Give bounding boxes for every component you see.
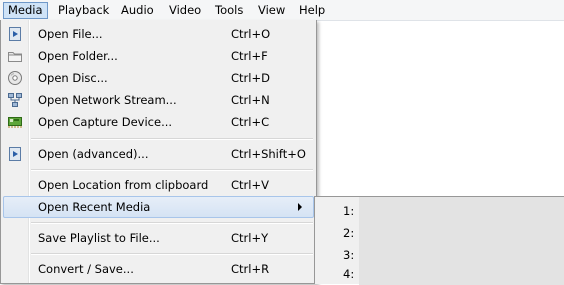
menu-item-label: Open (advanced)... [38, 147, 149, 161]
menu-playback[interactable]: Playback [54, 2, 113, 19]
menu-item-label: Open File... [38, 27, 103, 41]
menu-item-shortcut: Ctrl+O [231, 27, 271, 41]
menu-item-shortcut: Ctrl+R [231, 262, 270, 276]
menu-item-shortcut: Ctrl+N [231, 93, 270, 107]
menu-item-label: Open Location from clipboard [38, 178, 209, 192]
menu-separator [31, 169, 313, 171]
folder-icon [7, 48, 23, 64]
menu-item-label: Convert / Save... [38, 262, 134, 276]
menu-item-shortcut: Ctrl+Shift+O [231, 147, 306, 161]
menu-item-open-location-clipboard[interactable]: Open Location from clipboard Ctrl+V [3, 174, 314, 196]
menu-audio[interactable]: Audio [117, 2, 158, 19]
menu-separator [31, 222, 313, 224]
recent-media-number: 2: [343, 226, 355, 240]
menu-item-open-capture-device[interactable]: Open Capture Device... Ctrl+C [3, 111, 314, 133]
play-file-icon [7, 146, 23, 162]
capture-card-icon [7, 114, 23, 130]
menu-item-open-disc[interactable]: Open Disc... Ctrl+D [3, 67, 314, 89]
recent-media-item-4[interactable]: 4: [315, 263, 564, 285]
menu-item-label: Open Disc... [38, 71, 108, 85]
menu-media[interactable]: Media [3, 2, 48, 19]
menu-tools[interactable]: Tools [211, 2, 247, 19]
menu-item-shortcut: Ctrl+D [231, 71, 270, 85]
menu-item-label: Open Recent Media [38, 200, 151, 214]
recent-media-submenu: 1: 2: 3: 4: [314, 196, 564, 285]
submenu-arrow-icon [298, 203, 302, 211]
menu-item-shortcut: Ctrl+F [231, 49, 268, 63]
menu-item-save-playlist[interactable]: Save Playlist to File... Ctrl+Y [3, 227, 314, 249]
menu-item-shortcut: Ctrl+V [231, 178, 269, 192]
disc-icon [7, 70, 23, 86]
menu-help[interactable]: Help [295, 2, 329, 19]
menu-item-shortcut: Ctrl+Y [231, 231, 269, 245]
menu-item-open-network-stream[interactable]: Open Network Stream... Ctrl+N [3, 89, 314, 111]
menu-item-label: Open Capture Device... [38, 115, 173, 129]
menu-item-label: Open Network Stream... [38, 93, 177, 107]
recent-media-number: 1: [343, 204, 355, 218]
menu-item-open-file[interactable]: Open File... Ctrl+O [3, 23, 314, 45]
menu-video[interactable]: Video [165, 2, 205, 19]
recent-media-item-2[interactable]: 2: [315, 222, 564, 244]
recent-media-number: 4: [343, 267, 355, 281]
menu-separator [31, 138, 313, 140]
menu-item-label: Open Folder... [38, 49, 118, 63]
menu-separator [31, 253, 313, 255]
menu-item-open-recent-media[interactable]: Open Recent Media [3, 196, 314, 218]
menu-item-open-folder[interactable]: Open Folder... Ctrl+F [3, 45, 314, 67]
menu-item-convert-save[interactable]: Convert / Save... Ctrl+R [3, 258, 314, 280]
media-dropdown-menu: Open File... Ctrl+O Open Folder... Ctrl+… [0, 20, 317, 284]
network-icon [7, 92, 23, 108]
play-file-icon [7, 26, 23, 42]
menu-item-shortcut: Ctrl+C [231, 115, 270, 129]
menu-item-open-advanced[interactable]: Open (advanced)... Ctrl+Shift+O [3, 143, 314, 165]
recent-media-item-1[interactable]: 1: [315, 200, 564, 222]
menu-bar: Media Playback Audio Video Tools View He… [0, 0, 564, 21]
menu-view[interactable]: View [254, 2, 289, 19]
menu-item-label: Save Playlist to File... [38, 231, 160, 245]
